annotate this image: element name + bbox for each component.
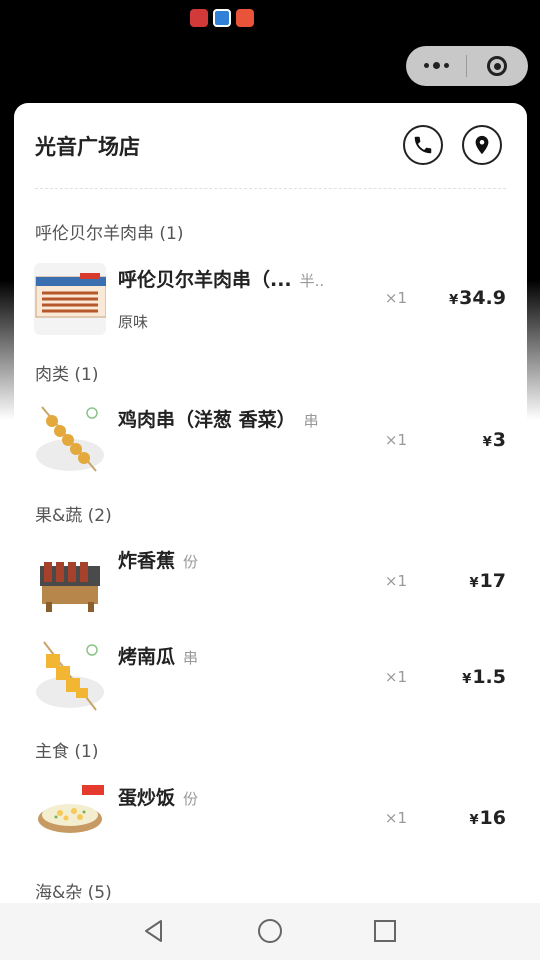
app-notification-icon <box>190 9 208 27</box>
product-image <box>34 640 106 712</box>
app-notification-icon <box>236 9 254 27</box>
item-quantity: ×1 <box>384 431 407 449</box>
status-bar-icons <box>190 9 254 27</box>
target-icon <box>487 56 507 76</box>
store-name: 光音广场店 <box>35 135 140 159</box>
item-name: 鸡肉串（洋葱 香菜）串 <box>118 409 319 431</box>
item-unit: 份 <box>183 553 199 571</box>
item-quantity: ×1 <box>384 289 407 307</box>
product-image <box>34 544 106 616</box>
list-item[interactable]: 呼伦贝尔羊肉串（... 半.. 原味 ×1 ¥34.9 <box>14 263 527 343</box>
section-title: 主食 (1) <box>35 742 99 762</box>
header-divider <box>35 188 506 189</box>
back-icon[interactable] <box>141 918 167 944</box>
section-title: 肉类 (1) <box>35 365 99 385</box>
list-item[interactable]: 烤南瓜串 ×1 ¥1.5 <box>14 640 527 720</box>
item-quantity: ×1 <box>384 572 407 590</box>
item-price: ¥34.9 <box>449 287 506 309</box>
store-location-button[interactable] <box>462 125 502 165</box>
item-unit: 串 <box>303 412 319 430</box>
mini-program-capsule <box>406 46 528 86</box>
section-title: 果&蔬 (2) <box>35 506 112 526</box>
product-image <box>34 403 106 475</box>
item-name: 炸香蕉份 <box>118 550 199 572</box>
list-item[interactable]: 鸡肉串（洋葱 香菜）串 ×1 ¥3 <box>14 403 527 483</box>
item-unit: 半.. <box>299 272 325 290</box>
close-target-button[interactable] <box>467 56 527 76</box>
section-title: 海&杂 (5) <box>35 883 112 903</box>
list-item[interactable]: 炸香蕉份 ×1 ¥17 <box>14 544 527 624</box>
item-spec: 原味 <box>118 313 149 331</box>
item-price: ¥3 <box>482 429 506 451</box>
more-dots-icon[interactable] <box>406 62 466 69</box>
item-price: ¥1.5 <box>462 666 506 688</box>
section-title: 呼伦贝尔羊肉串 (1) <box>35 224 184 244</box>
product-image <box>34 263 106 335</box>
system-navigation-bar <box>0 903 540 960</box>
item-quantity: ×1 <box>384 809 407 827</box>
item-price: ¥16 <box>469 807 507 829</box>
order-card: 光音广场店 呼伦贝尔羊肉串 (1) 呼伦贝尔羊肉串（... 半.. 原味 ×1 … <box>14 103 527 903</box>
item-name: 烤南瓜串 <box>118 646 199 668</box>
phone-icon <box>414 136 432 154</box>
item-unit: 串 <box>183 649 199 667</box>
item-name: 呼伦贝尔羊肉串（... 半.. <box>118 269 325 291</box>
list-item[interactable]: 蛋炒饭份 ×1 ¥16 <box>14 781 527 861</box>
location-pin-icon <box>475 135 489 155</box>
item-unit: 份 <box>183 790 199 808</box>
item-name: 蛋炒饭份 <box>118 787 199 809</box>
home-icon[interactable] <box>257 918 283 944</box>
product-image <box>34 781 106 853</box>
item-quantity: ×1 <box>384 668 407 686</box>
browser-notification-icon <box>213 9 231 27</box>
item-price: ¥17 <box>469 570 507 592</box>
recents-icon[interactable] <box>372 918 398 944</box>
call-store-button[interactable] <box>403 125 443 165</box>
